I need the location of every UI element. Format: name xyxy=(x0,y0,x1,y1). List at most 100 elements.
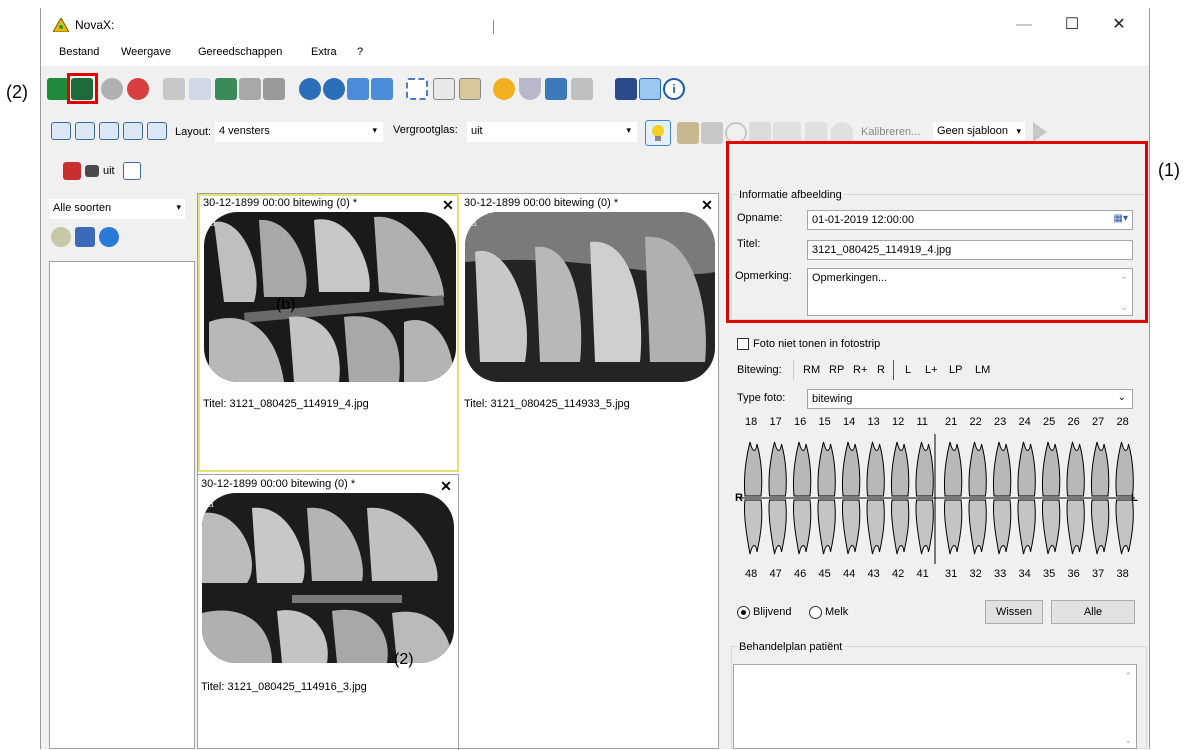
layout-select[interactable]: 4 vensters ▾ xyxy=(215,122,383,142)
import-icon[interactable] xyxy=(215,78,237,100)
tooth-number-31[interactable]: 31 xyxy=(945,568,957,580)
tooth-lower-45[interactable] xyxy=(817,499,836,555)
tooth-lower-44[interactable] xyxy=(842,499,861,555)
tooth-upper-27[interactable] xyxy=(1091,441,1110,497)
close-image-icon[interactable]: ✕ xyxy=(699,197,715,213)
clear-button[interactable]: Wissen xyxy=(985,600,1043,624)
close-image-icon[interactable]: ✕ xyxy=(440,197,456,213)
tooth-number-36[interactable]: 36 xyxy=(1068,568,1080,580)
xray-image-3[interactable]: a xyxy=(202,493,454,663)
tooth-number-18[interactable]: 18 xyxy=(745,416,757,428)
hide-in-strip-checkbox[interactable] xyxy=(737,338,749,350)
select-region-icon[interactable] xyxy=(406,78,428,100)
tooth-number-43[interactable]: 43 xyxy=(868,568,880,580)
refresh-icon[interactable] xyxy=(101,78,123,100)
tooth-number-46[interactable]: 46 xyxy=(794,568,806,580)
tooth-lower-47[interactable] xyxy=(768,499,787,555)
bitewing-lplus[interactable]: L+ xyxy=(925,364,938,376)
save-icon[interactable] xyxy=(47,78,69,100)
windows-icon[interactable] xyxy=(571,78,593,100)
menu-gereedschappen[interactable]: Gereedschappen xyxy=(198,46,282,58)
menu-extra[interactable]: Extra xyxy=(311,46,337,58)
tooth-upper-14[interactable] xyxy=(842,441,861,497)
menu-help[interactable]: ? xyxy=(357,46,363,58)
export-icon[interactable] xyxy=(239,78,261,100)
tooth-upper-23[interactable] xyxy=(993,441,1012,497)
arrow-icon[interactable] xyxy=(701,122,723,144)
tooth-lower-32[interactable] xyxy=(968,499,987,555)
layout-3-icon[interactable] xyxy=(123,122,143,140)
scroll-down-icon[interactable]: ⌄ xyxy=(1124,735,1132,746)
paste-icon[interactable] xyxy=(459,78,481,100)
bitewing-lp[interactable]: LP xyxy=(949,364,962,376)
plan-textarea[interactable]: ⌃ ⌄ xyxy=(733,664,1137,749)
tooth-lower-48[interactable] xyxy=(744,499,763,555)
tooth-number-38[interactable]: 38 xyxy=(1117,568,1129,580)
tooth-upper-22[interactable] xyxy=(968,441,987,497)
tooth-upper-28[interactable] xyxy=(1115,441,1134,497)
calibrate-button[interactable]: Kalibreren... xyxy=(861,126,920,138)
tooth-upper-12[interactable] xyxy=(891,441,910,497)
patient-delete-icon[interactable] xyxy=(63,162,81,180)
tooth-number-44[interactable]: 44 xyxy=(843,568,855,580)
tooth-upper-24[interactable] xyxy=(1017,441,1036,497)
tooth-lower-31[interactable] xyxy=(944,499,963,555)
mail-icon[interactable] xyxy=(189,78,211,100)
maximize-button[interactable]: ☐ xyxy=(1049,8,1095,42)
tooth-upper-15[interactable] xyxy=(817,441,836,497)
bitewing-lm[interactable]: LM xyxy=(975,364,990,376)
tooth-number-24[interactable]: 24 xyxy=(1019,416,1031,428)
tooth-number-17[interactable]: 17 xyxy=(770,416,782,428)
tooth-upper-21[interactable] xyxy=(944,441,963,497)
tooth-number-37[interactable]: 37 xyxy=(1092,568,1104,580)
image-pane-2[interactable]: 30-12-1899 00:00 bitewing (0) * ✕ a Tite… xyxy=(459,194,720,472)
checklist-icon[interactable] xyxy=(123,162,141,180)
tooth-number-45[interactable]: 45 xyxy=(819,568,831,580)
toggle-label[interactable]: uit xyxy=(103,165,115,177)
layout-4-icon[interactable] xyxy=(147,122,167,140)
tooth-lower-41[interactable] xyxy=(915,499,934,555)
tooth-number-26[interactable]: 26 xyxy=(1068,416,1080,428)
tooth-lower-46[interactable] xyxy=(793,499,812,555)
picture-icon[interactable] xyxy=(545,78,567,100)
tooth-number-15[interactable]: 15 xyxy=(819,416,831,428)
tooth-number-32[interactable]: 32 xyxy=(970,568,982,580)
brightness-icon[interactable] xyxy=(493,78,515,100)
tooth-number-34[interactable]: 34 xyxy=(1019,568,1031,580)
lightbulb-icon[interactable] xyxy=(645,120,671,146)
tooth-number-48[interactable]: 48 xyxy=(745,568,757,580)
copy-image-icon[interactable] xyxy=(163,78,185,100)
tooth-upper-18[interactable] xyxy=(744,441,763,497)
image-pane-1[interactable]: 30-12-1899 00:00 bitewing (0) * ✕ a (b) … xyxy=(198,194,459,472)
search-add-icon[interactable] xyxy=(51,227,71,247)
tooth-number-42[interactable]: 42 xyxy=(892,568,904,580)
close-button[interactable]: ✕ xyxy=(1096,8,1142,42)
scroll-up-icon[interactable]: ⌃ xyxy=(1124,671,1132,682)
tooth-number-23[interactable]: 23 xyxy=(994,416,1006,428)
tooth-lower-35[interactable] xyxy=(1042,499,1061,555)
cancel-icon[interactable] xyxy=(127,78,149,100)
tooth-number-11[interactable]: 11 xyxy=(917,416,928,428)
menu-bestand[interactable]: Bestand xyxy=(59,46,99,58)
tooth-number-13[interactable]: 13 xyxy=(868,416,880,428)
rotate-right-icon[interactable] xyxy=(323,78,345,100)
zoom-select[interactable]: uit ▾ xyxy=(467,122,637,142)
tooth-number-16[interactable]: 16 xyxy=(794,416,806,428)
copy-icon[interactable] xyxy=(433,78,455,100)
annotate-icon[interactable] xyxy=(677,122,699,144)
tooth-upper-26[interactable] xyxy=(1066,441,1085,497)
flip-vertical-icon[interactable] xyxy=(371,78,393,100)
tooth-number-27[interactable]: 27 xyxy=(1092,416,1104,428)
bitewing-rp[interactable]: RP xyxy=(829,364,844,376)
flip-horizontal-icon[interactable] xyxy=(347,78,369,100)
tooth-number-41[interactable]: 41 xyxy=(917,568,929,580)
minimize-button[interactable]: — xyxy=(1001,8,1047,42)
tooth-lower-36[interactable] xyxy=(1066,499,1085,555)
fit-screen-icon[interactable] xyxy=(639,78,661,100)
tooth-lower-42[interactable] xyxy=(891,499,910,555)
radio-milk[interactable] xyxy=(809,606,822,619)
tooth-number-14[interactable]: 14 xyxy=(843,416,855,428)
sync-icon[interactable] xyxy=(99,227,119,247)
bitewing-r[interactable]: R xyxy=(877,364,885,376)
tooth-chart[interactable]: 18 17 16 15 14 13 12 11 21 22 23 24 25 26 27 28 R L 48 4… xyxy=(735,416,1139,586)
